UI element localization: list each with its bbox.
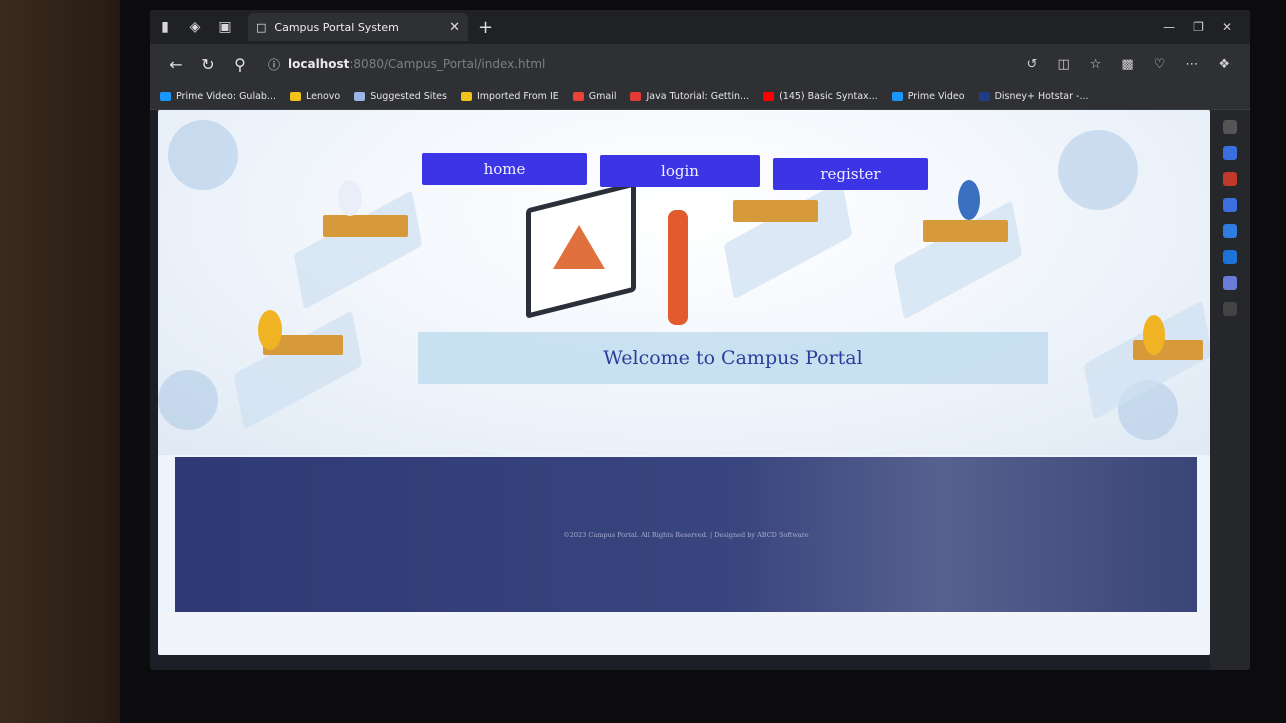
bookmark-basic-syntax[interactable]: (145) Basic Syntax... <box>763 91 878 102</box>
desk-illustration <box>733 200 818 222</box>
bookmark-label: (145) Basic Syntax... <box>779 91 878 102</box>
student-illustration <box>338 180 362 216</box>
collections-icon[interactable]: ▩ <box>1121 57 1133 72</box>
bookmark-gmail[interactable]: Gmail <box>572 91 617 102</box>
hero-illustration: home login register Welcome to Campus Po… <box>158 110 1210 455</box>
bookmark-label: Imported From IE <box>476 91 559 102</box>
virus-illustration <box>1058 130 1138 210</box>
bookmark-label: Java Tutorial: Gettin... <box>646 91 750 102</box>
page-footer: ©2023 Campus Portal. All Rights Reserved… <box>175 457 1197 612</box>
page-icon: □ <box>256 20 267 34</box>
new-tab-button[interactable]: + <box>478 17 493 38</box>
search-icon[interactable]: ⚲ <box>224 49 256 79</box>
address-bar: ← ↻ ⚲ ⓘ localhost :8080/Campus_Portal/in… <box>150 44 1250 84</box>
more-icon[interactable]: ⋯ <box>1185 57 1198 72</box>
bookmark-label: Prime Video: Gulab... <box>176 91 276 102</box>
url-path: :8080/Campus_Portal/index.html <box>349 57 546 71</box>
tab-title: Campus Portal System <box>274 20 399 34</box>
bookmark-label: Prime Video <box>907 91 965 102</box>
bookmark-icon <box>630 92 642 101</box>
student-illustration <box>258 310 282 350</box>
folder-icon <box>460 92 472 101</box>
copilot-icon[interactable]: ❖ <box>1218 57 1230 72</box>
url-field[interactable]: ⓘ localhost :8080/Campus_Portal/index.ht… <box>268 50 808 78</box>
heart-icon[interactable]: ♡ <box>1154 57 1166 72</box>
bookmark-label: Lenovo <box>306 91 341 102</box>
footer-copyright: ©2023 Campus Portal. All Rights Reserved… <box>563 530 809 539</box>
bookmark-icon <box>891 92 903 101</box>
close-window-icon[interactable]: ✕ <box>1222 20 1232 34</box>
desk-tile <box>893 200 1023 320</box>
desk-illustration <box>923 220 1008 242</box>
back-icon[interactable]: ← <box>160 49 192 79</box>
youtube-icon <box>763 92 775 101</box>
favorites-icon[interactable]: ☆ <box>1090 57 1102 72</box>
nav-home-button[interactable]: home <box>422 153 587 185</box>
virus-illustration <box>158 370 218 430</box>
folder-icon <box>290 92 301 101</box>
bookmark-label: Gmail <box>588 91 617 102</box>
bookmark-icon <box>160 92 171 101</box>
workspaces-icon[interactable]: ◈ <box>180 10 210 44</box>
window-controls: — ❐ ✕ <box>1163 20 1250 34</box>
restore-icon[interactable]: ❐ <box>1193 20 1204 34</box>
minimize-icon[interactable]: — <box>1163 20 1175 34</box>
bookmark-prime-video-gulab[interactable]: Prime Video: Gulab... <box>160 91 276 102</box>
profile-icon[interactable]: ▮ <box>150 10 180 44</box>
reload-extension-icon[interactable]: ↺ <box>1027 57 1038 72</box>
desk-illustration <box>323 215 408 237</box>
welcome-banner: Welcome to Campus Portal <box>418 332 1048 384</box>
virus-illustration <box>168 120 238 190</box>
send-icon[interactable] <box>1223 276 1237 290</box>
bookmark-label: Disney+ Hotstar -... <box>994 91 1089 102</box>
bookmark-label: Suggested Sites <box>370 91 447 102</box>
monitor-screen: ▮ ◈ ▣ □ Campus Portal System ✕ + — ❐ ✕ ←… <box>150 10 1250 670</box>
desk-tile <box>233 310 363 430</box>
bookmark-suggested-sites[interactable]: Suggested Sites <box>354 91 447 102</box>
welcome-text: Welcome to Campus Portal <box>603 347 863 369</box>
chart-triangle-illustration <box>553 225 605 269</box>
tab-campus-portal[interactable]: □ Campus Portal System ✕ <box>248 13 468 41</box>
page-viewport: home login register Welcome to Campus Po… <box>158 110 1210 655</box>
gmail-icon <box>572 92 584 101</box>
page-below-footer <box>158 612 1210 655</box>
outlook-icon[interactable] <box>1223 250 1237 264</box>
tab-bar: ▮ ◈ ▣ □ Campus Portal System ✕ + — ❐ ✕ <box>150 10 1250 44</box>
nav-register-button[interactable]: register <box>773 158 928 190</box>
teacher-illustration <box>668 210 688 325</box>
bookmark-icon <box>978 92 990 101</box>
tools-icon[interactable] <box>1223 172 1237 186</box>
bookmark-prime-video[interactable]: Prime Video <box>891 91 965 102</box>
student-illustration <box>958 180 980 220</box>
tag-icon[interactable] <box>1223 146 1237 160</box>
bookmark-disney-hotstar[interactable]: Disney+ Hotstar -... <box>978 91 1089 102</box>
nav-login-button[interactable]: login <box>600 155 760 187</box>
split-screen-icon[interactable]: ◫ <box>1057 57 1069 72</box>
bookmark-icon <box>354 92 366 101</box>
office-icon[interactable] <box>1223 224 1237 238</box>
bookmark-lenovo[interactable]: Lenovo <box>290 91 340 102</box>
info-icon[interactable]: ⓘ <box>268 56 280 73</box>
bookmarks-bar: Prime Video: Gulab... Lenovo Suggested S… <box>150 84 1250 110</box>
student-illustration <box>1143 315 1165 355</box>
bookmark-java-tutorial[interactable]: Java Tutorial: Gettin... <box>630 91 749 102</box>
tab-actions-icon[interactable]: ▣ <box>210 10 240 44</box>
bookmark-imported-from-ie[interactable]: Imported From IE <box>460 91 559 102</box>
browser-sidebar <box>1210 110 1250 670</box>
games-icon[interactable] <box>1223 198 1237 212</box>
refresh-icon[interactable]: ↻ <box>192 49 224 79</box>
url-host: localhost <box>288 57 350 71</box>
desk-tile <box>723 180 853 300</box>
browser-tools: ↺ ◫ ☆ ▩ ♡ ⋯ ❖ <box>1027 57 1240 72</box>
search-icon[interactable] <box>1223 120 1237 134</box>
add-icon[interactable] <box>1223 302 1237 316</box>
close-icon[interactable]: ✕ <box>449 20 460 35</box>
